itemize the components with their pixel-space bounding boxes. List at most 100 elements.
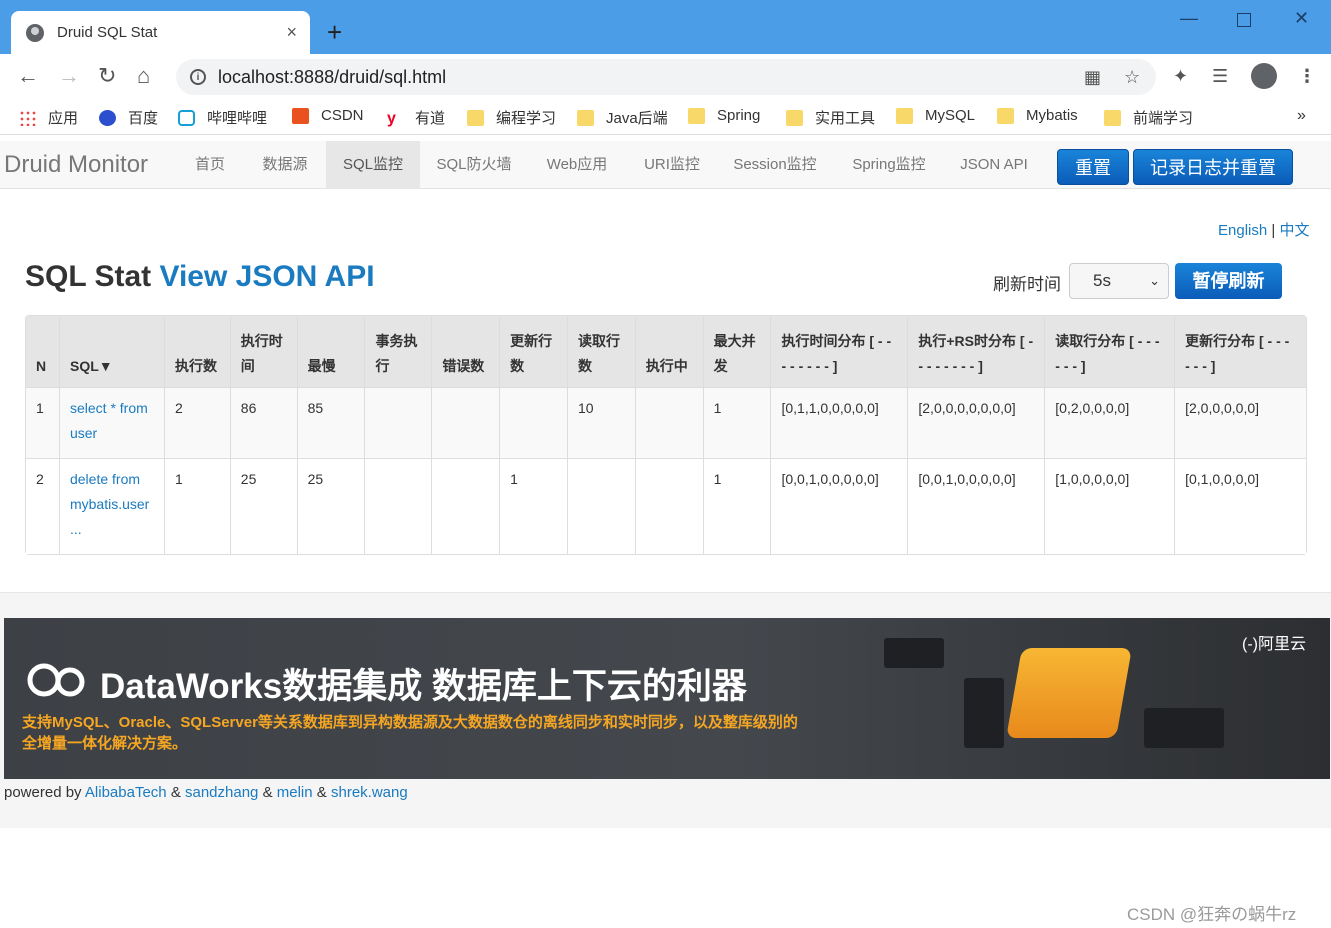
bookmark-csdn[interactable]: CSDN [292,107,364,124]
browser-tab-bar: Druid SQL Stat × + — ✕ [0,0,1331,54]
dataworks-logo-icon [27,663,85,697]
col-tx-exec[interactable]: 事务执行 [365,316,433,388]
tab-title: Druid SQL Stat [57,24,158,41]
nav-session-monitor[interactable]: Session监控 [722,141,828,189]
bookmark-bilibili[interactable]: 哔哩哔哩 [178,107,267,128]
author-link-shrek[interactable]: shrek.wang [331,784,408,801]
folder-icon [896,107,913,124]
more-bookmarks-icon[interactable]: » [1297,107,1306,125]
cell-running [635,388,704,459]
back-icon[interactable]: ← [17,64,39,88]
col-errors[interactable]: 错误数 [432,316,501,388]
col-read-rows[interactable]: 读取行数 [567,316,636,388]
qr-code-icon[interactable]: ▦ [1084,67,1101,88]
bookmark-folder-java[interactable]: Java后端 [577,107,668,128]
nav-web-app[interactable]: Web应用 [534,141,620,189]
reload-icon[interactable]: ↻ [98,64,116,88]
cell-slowest: 85 [297,388,366,459]
menu-dots-icon[interactable]: ⋮ [1298,66,1316,87]
maximize-icon[interactable] [1237,13,1251,27]
nav-spring-monitor[interactable]: Spring监控 [840,141,938,189]
minimize-icon[interactable]: — [1180,8,1198,29]
home-icon[interactable]: ⌂ [137,64,150,88]
bookmark-folder-frontend[interactable]: 前端学习 [1104,107,1193,128]
profile-avatar-icon[interactable] [1251,63,1277,89]
bookmark-folder-spring[interactable]: Spring [688,107,760,124]
brand-title[interactable]: Druid Monitor [4,151,148,179]
folder-icon [577,109,594,126]
csdn-watermark: CSDN @狂奔の蜗牛rz [1127,905,1297,924]
col-update-histogram[interactable]: 更新行分布 [ - - - - - - ] [1175,316,1306,388]
csdn-icon [292,107,309,124]
cell-update-histogram: [0,1,0,0,0,0] [1175,459,1306,554]
cell-sql[interactable]: delete from mybatis.user ... [59,459,165,554]
url-text[interactable]: localhost:8888/druid/sql.html [218,67,446,88]
author-link-alibabatech[interactable]: AlibabaTech [85,784,167,801]
site-info-icon[interactable]: i [190,69,206,85]
col-exec-time[interactable]: 执行时间 [230,316,298,388]
forward-icon[interactable]: → [58,64,80,88]
nav-sql-firewall[interactable]: SQL防火墙 [424,141,524,189]
cell-sql[interactable]: select * from user [59,388,165,459]
author-link-sandzhang[interactable]: sandzhang [185,784,258,801]
nav-sql-monitor[interactable]: SQL监控 [326,141,420,189]
nav-home[interactable]: 首页 [182,141,238,189]
view-json-api-link[interactable]: View JSON API [159,260,374,293]
apsara-logo-icon [1006,648,1132,738]
nav-json-api[interactable]: JSON API [950,141,1038,189]
bookmark-youdao[interactable]: y 有道 [387,107,445,128]
col-running[interactable]: 执行中 [635,316,704,388]
cell-exec-rs-histogram: [0,0,1,0,0,0,0,0] [908,459,1046,554]
lang-english-link[interactable]: English [1218,222,1267,239]
sql-detail-link[interactable]: delete from mybatis.user ... [70,471,149,537]
col-sql[interactable]: SQL▼ [59,316,165,388]
folder-icon [997,107,1014,124]
cell-read-histogram: [0,2,0,0,0,0] [1045,388,1176,459]
log-and-reset-button[interactable]: 记录日志并重置 [1133,149,1293,185]
cell-max-concurrent: 1 [703,388,772,459]
cell-update-histogram: [2,0,0,0,0,0] [1175,388,1306,459]
dataworks-ad-banner[interactable]: DataWorks数据集成 数据库上下云的利器 支持MySQL、Oracle、S… [4,618,1330,779]
sql-detail-link[interactable]: select * from user [70,400,148,441]
bookmark-star-icon[interactable]: ☆ [1124,67,1140,88]
bookmark-baidu[interactable]: 百度 [99,107,158,128]
col-exec-histogram[interactable]: 执行时间分布 [ - - - - - - - - ] [771,316,909,388]
author-link-melin[interactable]: melin [277,784,313,801]
cell-n: 1 [26,388,60,459]
globe-icon [26,23,44,42]
col-max-concurrent[interactable]: 最大并发 [703,316,772,388]
refresh-interval-select[interactable]: 5s ⌄ [1069,263,1169,299]
col-exec-rs-histogram[interactable]: 执行+RS时分布 [ - - - - - - - - ] [908,316,1046,388]
nav-datasource[interactable]: 数据源 [248,141,322,189]
banner-title: DataWorks数据集成 数据库上下云的利器 [100,667,747,706]
pause-refresh-button[interactable]: 暂停刷新 [1175,263,1282,299]
col-n[interactable]: N [26,316,60,388]
col-slowest[interactable]: 最慢 [297,316,366,388]
bookmark-folder-mybatis[interactable]: Mybatis [997,107,1078,124]
bookmark-folder-tools[interactable]: 实用工具 [786,107,875,128]
cell-exec-time: 25 [230,459,298,554]
col-exec-count[interactable]: 执行数 [164,316,231,388]
amp: & [170,784,181,801]
nav-uri-monitor[interactable]: URI监控 [632,141,712,189]
new-tab-button[interactable]: + [327,19,342,45]
window-close-icon[interactable]: ✕ [1294,8,1309,29]
media-control-icon[interactable]: ☰ [1212,66,1228,87]
lang-chinese-link[interactable]: 中文 [1279,222,1309,239]
browser-tab[interactable]: Druid SQL Stat × [11,11,310,54]
cell-max-concurrent: 1 [703,459,772,554]
table-row: 2 delete from mybatis.user ... 1 25 25 1… [26,459,1306,554]
col-read-histogram[interactable]: 读取行分布 [ - - - - - - ] [1045,316,1176,388]
extensions-icon[interactable]: ✦ [1173,66,1188,87]
bookmark-folder-coding[interactable]: 编程学习 [467,107,556,128]
sql-stat-table: N SQL▼ 执行数 执行时间 最慢 事务执行 错误数 更新行数 读取行数 执行… [25,315,1307,555]
close-tab-icon[interactable]: × [286,22,297,43]
col-update-rows[interactable]: 更新行数 [500,316,568,388]
bookmark-apps[interactable]: 应用 [19,107,78,128]
chip-decoration [964,678,1004,748]
bookmark-folder-mysql[interactable]: MySQL [896,107,975,124]
address-bar[interactable]: i localhost:8888/druid/sql.html ▦ ☆ [176,59,1156,95]
powered-by-label: powered by [4,784,82,801]
bilibili-icon [178,109,195,126]
reset-button[interactable]: 重置 [1057,149,1129,185]
